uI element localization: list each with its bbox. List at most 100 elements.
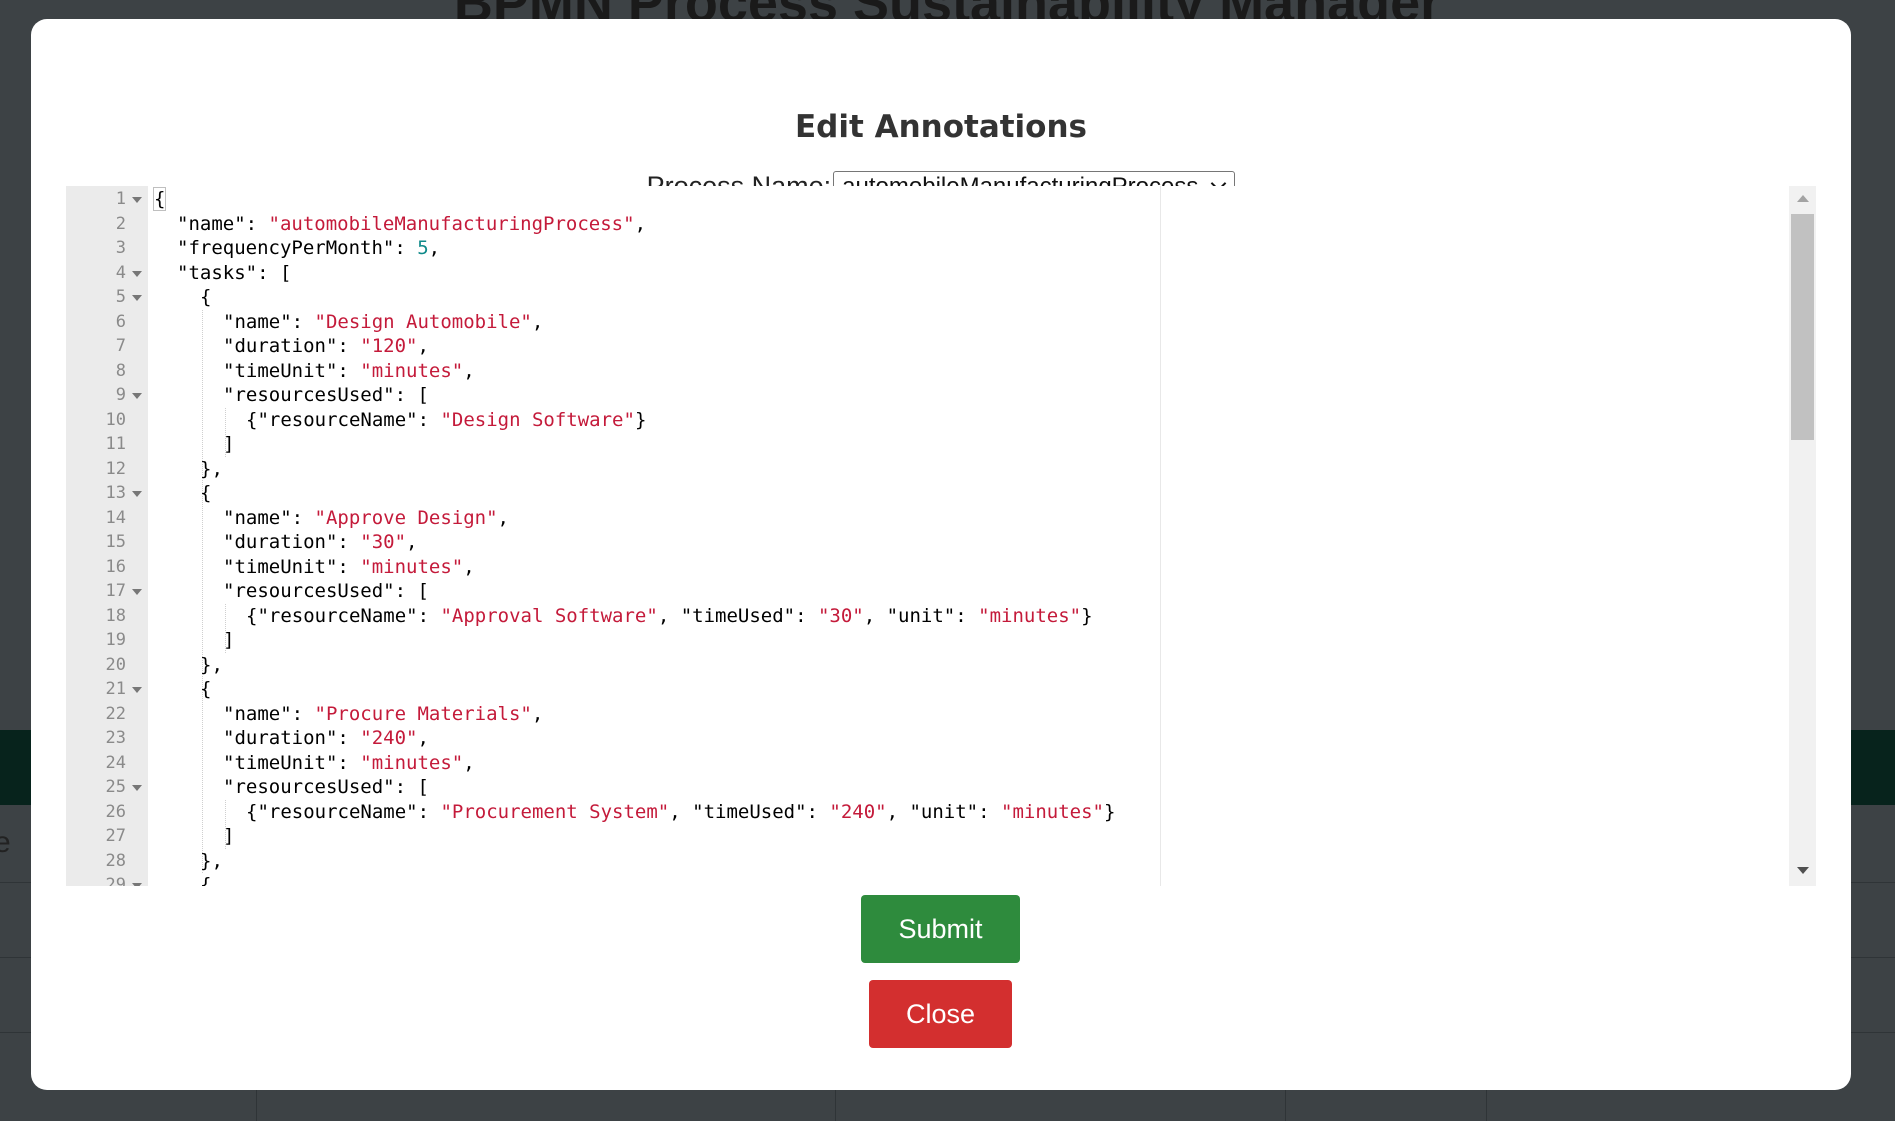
json-code-editor[interactable]: 1 2 3 4 5 6 7 8 9 10 11 12 13 14 15 16 17 18 19 20 21 22 23 24 2… <box>66 186 1816 886</box>
background-partial-text: e <box>0 826 11 859</box>
code-line-text: "timeUnit": "minutes", <box>223 359 475 384</box>
fold-arrow-icon[interactable] <box>132 491 142 497</box>
code-line-text: }, <box>200 653 223 678</box>
code-line[interactable]: }, <box>148 653 1816 678</box>
code-line[interactable]: }, <box>148 849 1816 874</box>
code-line[interactable]: "name": "Procure Materials", <box>148 702 1816 727</box>
submit-button[interactable]: Submit <box>861 895 1020 963</box>
code-line[interactable]: {"resourceName": "Approval Software", "t… <box>148 604 1816 629</box>
code-line[interactable]: "timeUnit": "minutes", <box>148 359 1816 384</box>
code-line[interactable]: "tasks": [ <box>148 261 1816 286</box>
code-line[interactable]: "timeUnit": "minutes", <box>148 751 1816 776</box>
line-number-text: 5 <box>115 287 126 307</box>
code-token: , <box>428 237 441 259</box>
line-number: 16 <box>66 555 148 580</box>
edit-annotations-modal: Edit Annotations Process Name: automobil… <box>31 19 1851 1090</box>
code-line[interactable]: "timeUnit": "minutes", <box>148 555 1816 580</box>
code-text-area[interactable]: {"name": "automobileManufacturingProcess… <box>148 186 1816 886</box>
code-token: , "timeUsed": <box>669 800 830 823</box>
code-token: } <box>634 408 647 431</box>
line-number-text: 28 <box>105 850 126 871</box>
code-token: , <box>463 359 475 382</box>
indent-guide <box>225 799 226 849</box>
code-token: , "unit": <box>863 604 979 627</box>
scroll-up-arrow-icon[interactable] <box>1797 195 1809 202</box>
code-token: "timeUnit": <box>223 751 361 774</box>
code-line[interactable]: { <box>148 677 1816 702</box>
line-number-text: 17 <box>105 581 126 601</box>
line-number: 6 <box>66 310 148 335</box>
line-number-text: 7 <box>115 336 126 356</box>
line-number: 26 <box>66 800 148 825</box>
string-token: "Approval Software" <box>440 604 658 627</box>
code-line[interactable]: "resourcesUsed": [ <box>148 775 1816 800</box>
code-line[interactable]: "name": "Approve Design", <box>148 506 1816 531</box>
code-line-text: { <box>200 285 211 310</box>
indent-guide <box>202 309 203 873</box>
fold-arrow-icon[interactable] <box>132 589 142 595</box>
code-token: } <box>1081 604 1093 627</box>
line-number: 19 <box>66 628 148 653</box>
code-line[interactable]: "name": "Design Automobile", <box>148 310 1816 335</box>
code-line[interactable]: "duration": "30", <box>148 530 1816 555</box>
code-token: { <box>200 874 212 886</box>
line-number: 5 <box>66 285 148 310</box>
code-line-text: {"resourceName": "Procurement System", "… <box>246 800 1115 825</box>
code-line[interactable]: "name": "automobileManufacturingProcess"… <box>148 212 1816 237</box>
code-line-text: "name": "Procure Materials", <box>223 702 543 727</box>
code-line[interactable]: { <box>148 481 1816 506</box>
line-number: 2 <box>66 212 148 237</box>
code-token: "duration": <box>223 727 361 749</box>
code-line[interactable]: ] <box>148 628 1816 653</box>
line-number: 18 <box>66 604 148 629</box>
code-line-text: "resourcesUsed": [ <box>223 383 429 408</box>
code-line-text: "name": "Design Automobile", <box>223 310 543 335</box>
fold-arrow-icon[interactable] <box>132 393 142 399</box>
code-token: {"resourceName": <box>246 408 441 431</box>
code-line-text: {"resourceName": "Design Software"} <box>246 408 646 433</box>
code-line[interactable]: }, <box>148 457 1816 482</box>
scrollbar-thumb[interactable] <box>1791 214 1814 440</box>
code-token: "frequencyPerMonth": <box>177 237 418 259</box>
line-number: 21 <box>66 677 148 702</box>
fold-arrow-icon[interactable] <box>132 687 142 693</box>
fold-arrow-icon[interactable] <box>132 197 142 203</box>
string-token: "minutes" <box>360 555 464 578</box>
string-token: "30" <box>360 531 407 553</box>
code-line[interactable]: {"resourceName": "Procurement System", "… <box>148 800 1816 825</box>
scroll-down-arrow-icon[interactable] <box>1797 867 1809 874</box>
fold-arrow-icon[interactable] <box>132 295 142 301</box>
code-line-text: }, <box>200 457 223 482</box>
line-number: 4 <box>66 261 148 286</box>
code-token: { <box>152 187 167 211</box>
fold-arrow-icon[interactable] <box>132 883 142 886</box>
code-line[interactable]: { <box>148 187 1816 212</box>
line-number: 24 <box>66 751 148 776</box>
code-token: "duration": <box>223 531 361 553</box>
code-token: "name": <box>177 212 269 235</box>
string-token: "Procurement System" <box>440 800 670 823</box>
code-line[interactable]: "resourcesUsed": [ <box>148 579 1816 604</box>
code-line[interactable]: { <box>148 873 1816 886</box>
code-line[interactable]: "frequencyPerMonth": 5, <box>148 236 1816 261</box>
code-line[interactable]: "duration": "240", <box>148 726 1816 751</box>
code-line[interactable]: ] <box>148 432 1816 457</box>
code-token: {"resourceName": <box>246 604 441 627</box>
indent-guide <box>225 603 226 653</box>
line-number: 15 <box>66 530 148 555</box>
code-token: , "timeUsed": <box>657 604 818 627</box>
fold-arrow-icon[interactable] <box>132 270 142 277</box>
code-line[interactable]: { <box>148 285 1816 310</box>
code-line[interactable]: ] <box>148 824 1816 849</box>
close-button[interactable]: Close <box>869 980 1012 1048</box>
fold-arrow-icon[interactable] <box>132 785 142 791</box>
code-line[interactable]: "resourcesUsed": [ <box>148 383 1816 408</box>
line-number: 3 <box>66 236 148 261</box>
line-number-text: 12 <box>105 458 126 479</box>
vertical-scrollbar[interactable] <box>1789 186 1816 886</box>
code-line[interactable]: "duration": "120", <box>148 334 1816 359</box>
code-line[interactable]: {"resourceName": "Design Software"} <box>148 408 1816 433</box>
code-token: }, <box>200 653 223 676</box>
line-number-text: 1 <box>115 189 126 209</box>
line-number-text: 6 <box>115 311 126 332</box>
